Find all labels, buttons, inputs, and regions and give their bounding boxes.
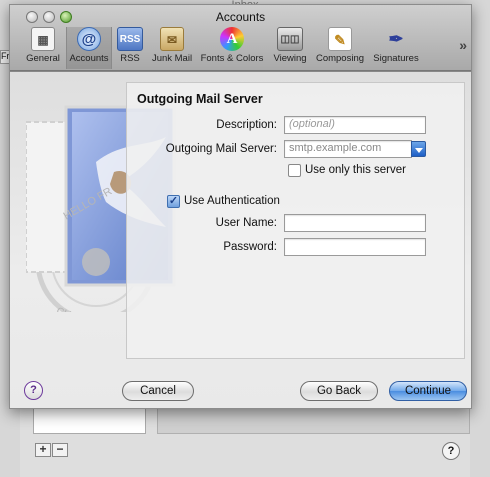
outgoing-server-label: Outgoing Mail Server: [165, 143, 277, 155]
rss-icon: RSS [117, 27, 143, 51]
toolbar-junk-mail[interactable]: ✉ Junk Mail [149, 27, 195, 69]
general-icon: ▦ [31, 27, 55, 51]
toolbar-rss-label: RSS [120, 53, 140, 64]
window-title: Accounts [215, 10, 266, 24]
panel-title: Outgoing Mail Server [137, 92, 263, 106]
toolbar-fonts-colors-label: Fonts & Colors [200, 53, 264, 64]
description-label: Description: [216, 119, 277, 131]
viewing-icon: ◫◫ [277, 27, 303, 51]
use-authentication-checkbox[interactable]: ✓ [167, 195, 180, 208]
toolbar-accounts-label: Accounts [69, 53, 109, 64]
toolbar-general[interactable]: ▦ General [24, 27, 62, 69]
toolbar-composing-label: Composing [315, 53, 365, 64]
at-icon: @ [77, 27, 101, 51]
toolbar-fonts-colors[interactable]: A Fonts & Colors [199, 27, 265, 69]
toolbar-general-label: General [26, 53, 60, 64]
signatures-icon: ✒ [388, 29, 404, 49]
continue-button[interactable]: Continue [389, 381, 467, 401]
outgoing-server-field[interactable]: smtp.example.com [284, 140, 412, 158]
go-back-button[interactable]: Go Back [300, 381, 378, 401]
use-only-this-server-checkbox[interactable] [288, 164, 301, 177]
background-help-button[interactable]: ? [442, 442, 460, 460]
add-account-button[interactable]: + [35, 443, 51, 457]
toolbar-rss[interactable]: RSS RSS [115, 27, 145, 69]
toolbar-accounts[interactable]: @ Accounts [66, 27, 112, 69]
toolbar-overflow-icon[interactable]: » [459, 37, 467, 53]
outgoing-server-panel: Outgoing Mail Server Description: (optio… [126, 82, 465, 359]
cancel-button[interactable]: Cancel [122, 381, 194, 401]
preferences-toolbar: Accounts ▦ General @ Accounts RSS RSS ✉ … [10, 5, 471, 71]
user-name-label: User Name: [215, 217, 277, 229]
remove-account-button[interactable]: − [52, 443, 68, 457]
toolbar-composing[interactable]: ✎ Composing [314, 27, 366, 69]
password-label: Password: [223, 241, 277, 253]
setup-assistant-sheet: HELLO FR CUPERTINO Outgoing Mail Server … [10, 71, 471, 408]
use-only-this-server-label: Use only this server [305, 164, 406, 176]
toolbar-signatures[interactable]: ✒ Signatures [370, 27, 422, 69]
toolbar-signatures-label: Signatures [373, 53, 419, 64]
accounts-preferences-window: Accounts ▦ General @ Accounts RSS RSS ✉ … [9, 4, 472, 409]
server-dropdown-icon[interactable] [411, 141, 426, 157]
fonts-colors-icon: A [220, 27, 244, 51]
junk-mail-icon: ✉ [160, 27, 184, 51]
toolbar-viewing[interactable]: ◫◫ Viewing [270, 27, 310, 69]
toolbar-junk-mail-label: Junk Mail [151, 53, 193, 64]
user-name-field[interactable] [284, 214, 426, 232]
help-button[interactable]: ? [24, 381, 43, 400]
description-field[interactable]: (optional) [284, 116, 426, 134]
toolbar-viewing-label: Viewing [273, 53, 307, 64]
use-authentication-label: Use Authentication [184, 195, 280, 207]
svg-text:CUPERTINO: CUPERTINO [55, 306, 114, 312]
composing-icon: ✎ [328, 27, 352, 51]
password-field[interactable] [284, 238, 426, 256]
